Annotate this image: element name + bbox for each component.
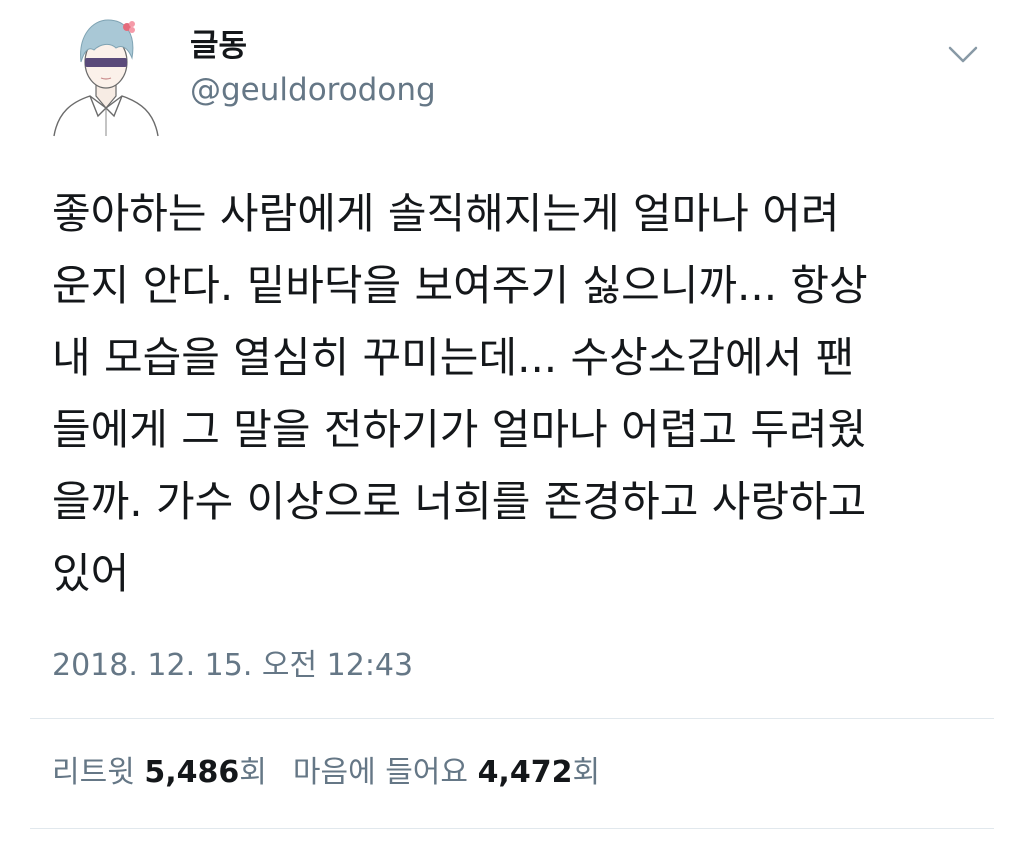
likes-count: 4,472 — [477, 755, 573, 790]
retweets-count: 5,486 — [144, 755, 240, 790]
retweets-suffix: 회 — [239, 755, 267, 790]
retweets-stat[interactable]: 리트윗 5,486회 — [52, 755, 267, 790]
tweet-timestamp[interactable]: 2018. 12. 15. 오전 12:43 — [52, 648, 413, 684]
tweet-text-line: 을까. 가수 이상으로 너희를 존경하고 사랑하고 — [52, 477, 867, 526]
author-handle[interactable]: @geuldorodong — [190, 72, 436, 109]
tweet-stats: 리트윗 5,486회 마음에 들어요 4,472회 — [52, 755, 600, 791]
retweets-label: 리트윗 — [52, 755, 135, 790]
tweet-menu-button[interactable] — [942, 40, 984, 70]
divider — [30, 828, 994, 829]
avatar[interactable] — [48, 12, 164, 138]
likes-stat[interactable]: 마음에 들어요 4,472회 — [293, 755, 600, 790]
tweet-text-line: 운지 안다. 밑바닥을 보여주기 싫으니까... 항상 — [52, 261, 868, 310]
author-display-name[interactable]: 글동 — [190, 28, 247, 65]
likes-suffix: 회 — [572, 755, 601, 790]
likes-label: 마음에 들어요 — [292, 755, 469, 790]
tweet-text-line: 내 모습을 열심히 꾸미는데... 수상소감에서 팬 — [52, 333, 855, 382]
divider — [30, 718, 994, 719]
tweet-text-line: 좋아하는 사람에게 솔직해지는게 얼마나 어려 — [52, 189, 840, 238]
tweet-text-line: 들에게 그 말을 전하기가 얼마나 어렵고 두려웠 — [52, 405, 867, 454]
illustrated-avatar-icon — [53, 19, 159, 137]
tweet-text: 좋아하는 사람에게 솔직해지는게 얼마나 어려 운지 안다. 밑바닥을 보여주기… — [52, 178, 992, 610]
chevron-down-icon — [948, 46, 978, 63]
tweet-text-line: 있어 — [52, 549, 130, 598]
